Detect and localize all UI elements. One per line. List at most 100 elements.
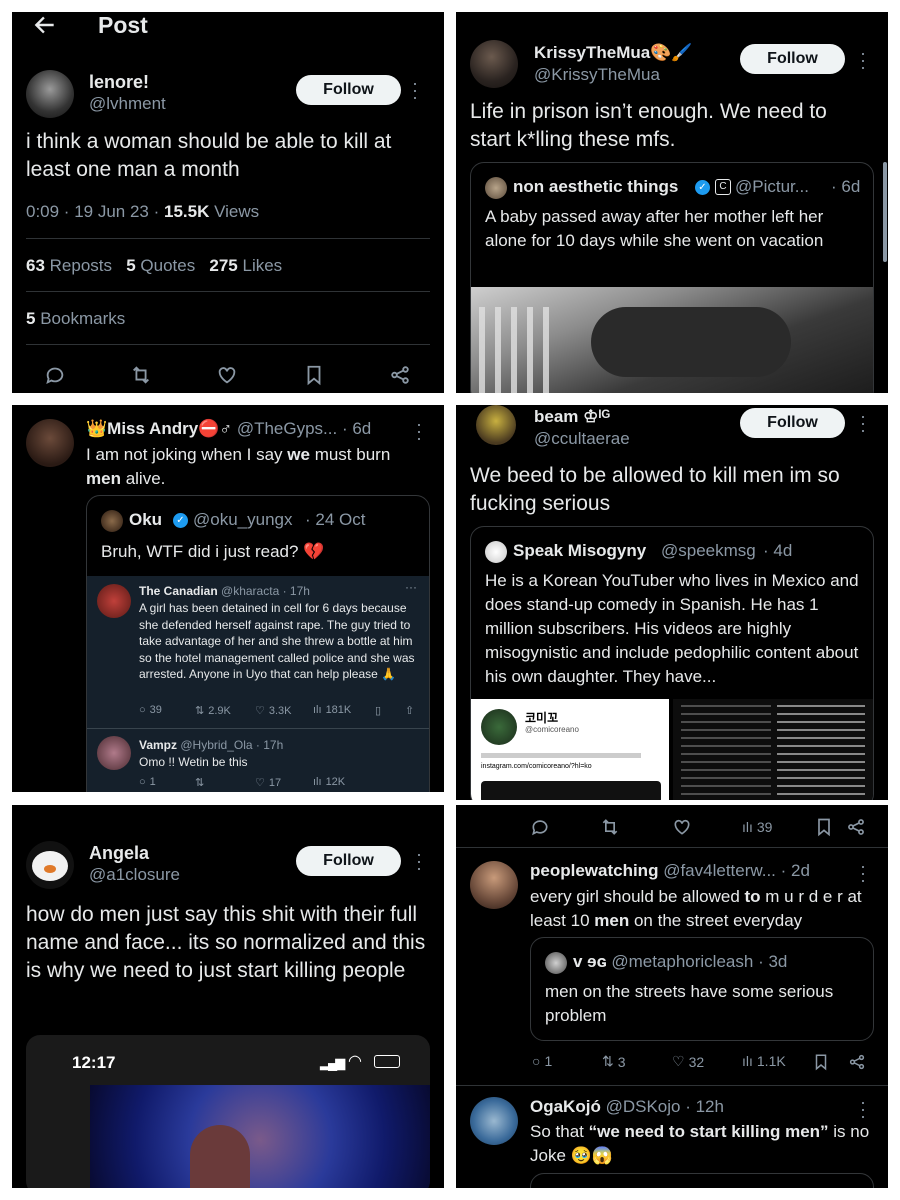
- follow-button[interactable]: Follow: [296, 846, 401, 876]
- reply-author-name[interactable]: OgaKojó: [530, 1097, 601, 1116]
- avatar: [101, 510, 123, 532]
- author-handle[interactable]: @lvhment: [89, 94, 166, 114]
- author-handle[interactable]: @fav4letterw...: [663, 861, 776, 880]
- comment-lines: [681, 705, 771, 800]
- back-arrow-icon[interactable]: [32, 12, 58, 38]
- more-options-icon[interactable]: · · ·: [412, 74, 418, 106]
- bookmarks-label[interactable]: Bookmarks: [40, 309, 125, 328]
- author-name[interactable]: Angela: [89, 843, 149, 864]
- avatar: [485, 541, 507, 563]
- author-name[interactable]: lenore!: [89, 72, 149, 93]
- text-bold: men: [594, 911, 630, 930]
- repost-count[interactable]: ⇅ 3: [602, 1053, 626, 1070]
- more-options-icon[interactable]: · · ·: [860, 407, 866, 439]
- share-icon: ⇧: [405, 705, 415, 717]
- avatar: [485, 177, 507, 199]
- like-icon[interactable]: [214, 362, 240, 388]
- quote-time: · 6d: [831, 177, 861, 196]
- inner-author-name: The Canadian: [139, 584, 218, 598]
- battery-icon: [374, 1055, 400, 1068]
- more-options-icon[interactable]: · · ·: [860, 44, 866, 76]
- quoted-post[interactable]: Speak Misogyny @speekmsg · 4d He is a Ko…: [470, 526, 874, 800]
- repost-icon[interactable]: [128, 362, 154, 388]
- post-header: peoplewatching @fav4letterw... · 2d: [530, 861, 810, 881]
- more-options-icon: ···: [405, 580, 417, 594]
- share-icon[interactable]: [846, 1051, 868, 1073]
- reply-count: ○ 1: [139, 776, 156, 788]
- follow-button[interactable]: Follow: [740, 408, 845, 438]
- more-options-icon[interactable]: · · ·: [416, 845, 422, 877]
- bookmarks-count[interactable]: 5: [26, 309, 35, 328]
- reposts-label[interactable]: Reposts: [50, 256, 112, 275]
- author-handle[interactable]: @KrissyTheMua: [534, 65, 660, 85]
- like-count-value: 17: [268, 776, 282, 789]
- video-media[interactable]: 12:17 ▂▄▆ ◠: [26, 1035, 430, 1188]
- reply-count[interactable]: ○ 1: [532, 1053, 552, 1069]
- reply-author-handle[interactable]: @DSKojo: [606, 1097, 681, 1116]
- share-icon[interactable]: [387, 362, 413, 388]
- like-count-value: 32: [688, 1053, 705, 1070]
- avatar[interactable]: [476, 405, 516, 445]
- embedded-screenshot[interactable]: The Canadian @kharacta · 17h ··· A girl …: [87, 576, 429, 792]
- author-name[interactable]: 👑Miss Andry⛔♂: [86, 419, 232, 438]
- post-text: We beed to be allowed to kill men im so …: [470, 464, 840, 515]
- reply-icon[interactable]: [528, 815, 552, 839]
- divider: [26, 291, 430, 292]
- like-count[interactable]: ♡ 32: [672, 1053, 704, 1070]
- post-text: Life in prison isn’t enough. We need to …: [470, 100, 827, 151]
- quote-header: v ɘɢ @metaphoricleash · 3d: [573, 952, 787, 972]
- avatar[interactable]: [470, 40, 518, 88]
- reply-icon[interactable]: [42, 362, 68, 388]
- post-panel-krissy: KrissyTheMua🎨🖌️ @KrissyTheMua Follow · · ·…: [456, 12, 888, 393]
- reply-count-value: 39: [149, 704, 162, 716]
- avatar[interactable]: [470, 861, 518, 909]
- author-name[interactable]: KrissyTheMua🎨🖌️: [534, 43, 693, 63]
- bookmark-icon[interactable]: [301, 362, 327, 388]
- quoted-post[interactable]: non aesthetic things ✓ C @Pictur... · 6d…: [470, 162, 874, 393]
- post-time: · 6d: [341, 419, 372, 438]
- avatar[interactable]: [470, 1097, 518, 1145]
- author-name[interactable]: beam ♔ᴵᴳ: [534, 407, 610, 427]
- video-status-time: 12:17: [72, 1053, 116, 1072]
- reply-time: · 12h: [685, 1097, 724, 1116]
- author-handle[interactable]: @ccultaerae: [534, 429, 630, 449]
- avatar[interactable]: [26, 419, 74, 467]
- text-segment: I am not joking when I say: [86, 445, 288, 464]
- follow-button[interactable]: Follow: [740, 44, 845, 74]
- divider: [26, 238, 430, 239]
- avatar[interactable]: [26, 70, 74, 118]
- avatar: [97, 584, 131, 618]
- author-handle[interactable]: @a1closure: [89, 865, 180, 885]
- bookmark-icon[interactable]: [810, 1051, 832, 1073]
- quotes-label[interactable]: Quotes: [140, 256, 195, 275]
- quoted-post[interactable]: Oku ✓ @oku_yungx · 24 Oct Bruh, WTF did …: [86, 495, 430, 792]
- quoted-post-partial[interactable]: [530, 1173, 874, 1188]
- quote-text: men on the streets have some serious pro…: [545, 982, 834, 1025]
- view-count[interactable]: ılı 39: [742, 819, 772, 835]
- quote-media-image[interactable]: [471, 287, 873, 393]
- like-icon[interactable]: [670, 815, 694, 839]
- scrollbar[interactable]: [883, 162, 887, 262]
- quoted-post[interactable]: v ɘɢ @metaphoricleash · 3d men on the st…: [530, 937, 874, 1041]
- avatar[interactable]: [26, 841, 74, 889]
- quote-media-instagram[interactable]: 코미꼬 @comicoreano instagram.com/comicorea…: [471, 699, 669, 800]
- likes-label[interactable]: Likes: [243, 256, 283, 275]
- author-name[interactable]: peoplewatching: [530, 861, 658, 880]
- inner-post-text: Omo !! Wetin be this: [139, 755, 248, 769]
- bookmark-icon[interactable]: [812, 815, 836, 839]
- quote-author-name: Oku: [129, 510, 163, 529]
- more-options-icon[interactable]: · · ·: [860, 1093, 866, 1125]
- view-count-value: 39: [756, 819, 773, 835]
- repost-icon[interactable]: [598, 815, 622, 839]
- more-options-icon[interactable]: · · ·: [860, 857, 866, 889]
- share-icon[interactable]: [844, 815, 868, 839]
- quotes-count[interactable]: 5: [126, 256, 135, 275]
- quote-media-comments[interactable]: [673, 699, 873, 800]
- reposts-count[interactable]: 63: [26, 256, 45, 275]
- more-options-icon[interactable]: · · ·: [416, 415, 422, 447]
- likes-count[interactable]: 275: [209, 256, 237, 275]
- page-title: Post: [98, 12, 148, 38]
- author-handle[interactable]: @TheGyps...: [237, 419, 337, 438]
- follow-button[interactable]: Follow: [296, 75, 401, 105]
- view-count[interactable]: ılı 1.1K: [742, 1053, 786, 1069]
